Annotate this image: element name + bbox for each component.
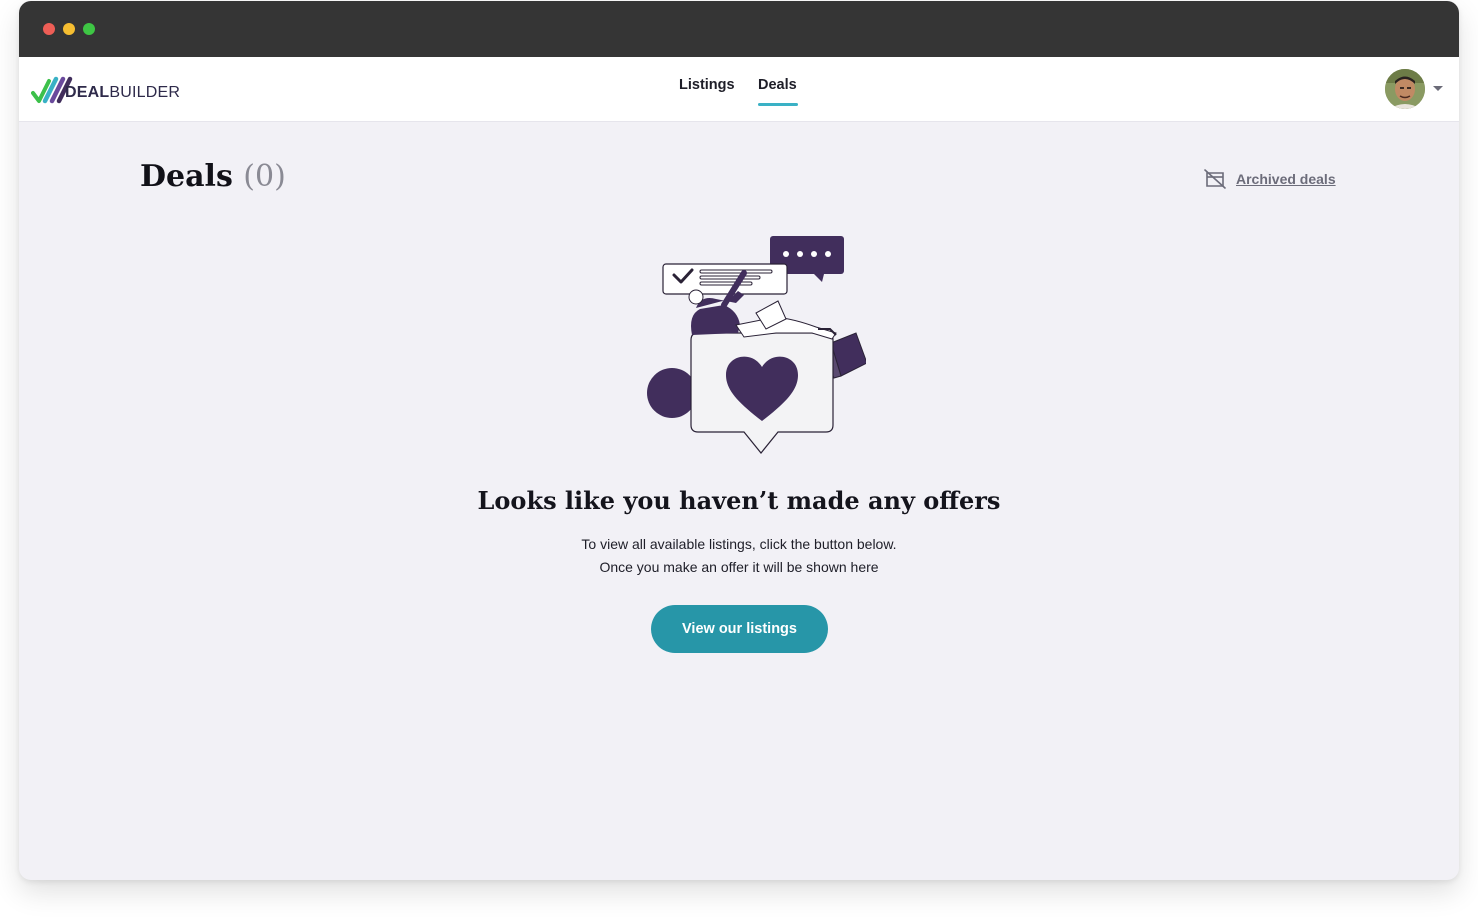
archive-off-icon: [1204, 169, 1226, 189]
maximize-window-button[interactable]: [83, 23, 95, 35]
deals-count: (0): [243, 159, 286, 194]
empty-state-line-1: To view all available listings, click th…: [581, 536, 897, 552]
browser-window: DEALBUILDER Listings Deals Deals (0) Arc…: [19, 1, 1459, 880]
minimize-window-button[interactable]: [63, 23, 75, 35]
avatar[interactable]: [1385, 69, 1425, 109]
nav-item-listings[interactable]: Listings: [679, 77, 735, 93]
nav-item-deals[interactable]: Deals: [758, 77, 797, 93]
view-listings-button[interactable]: View our listings: [651, 605, 828, 653]
heart-chat-illustration: [626, 233, 868, 458]
close-window-button[interactable]: [43, 23, 55, 35]
archived-deals-label[interactable]: Archived deals: [1236, 171, 1336, 187]
top-navbar: DEALBUILDER Listings Deals: [19, 57, 1459, 122]
nav-active-indicator: [758, 103, 798, 106]
page-title-text: Deals: [140, 159, 233, 194]
empty-state-description: To view all available listings, click th…: [19, 533, 1459, 579]
window-titlebar: [19, 1, 1459, 57]
empty-state-illustration-icon: [647, 236, 868, 454]
user-avatar-icon: [1385, 69, 1425, 109]
user-menu-chevron-down-icon[interactable]: [1433, 86, 1443, 91]
main-nav: Listings Deals: [19, 57, 1459, 122]
empty-state-title: Looks like you haven’t made any offers: [477, 486, 1001, 515]
archived-deals-link[interactable]: Archived deals: [1204, 169, 1336, 189]
page-title: Deals (0): [140, 159, 286, 194]
empty-state-line-2: Once you make an offer it will be shown …: [599, 559, 879, 575]
